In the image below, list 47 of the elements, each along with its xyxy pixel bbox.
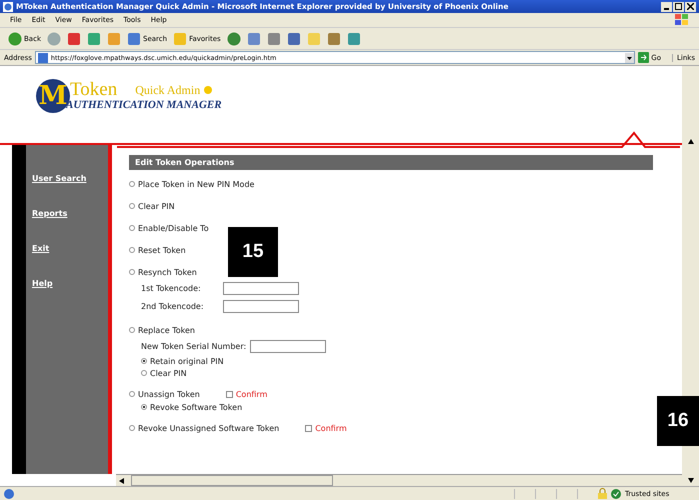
caret-icon — [625, 52, 634, 62]
page-icon — [38, 52, 48, 62]
radio-option[interactable]: Place Token in New PIN Mode — [129, 180, 254, 188]
logo-brand: Token — [70, 81, 118, 99]
callout-number: 15 — [228, 227, 278, 277]
field-label: 2nd Tokencode: — [141, 302, 205, 310]
scroll-down-icon — [688, 478, 694, 483]
close-icon — [687, 3, 694, 10]
windows-logo-icon — [675, 14, 689, 26]
arrow-icon — [638, 52, 650, 63]
field-label: New Token Serial Number: — [141, 342, 246, 350]
logo-subtitle: AUTHENTICATION MANAGER — [66, 99, 222, 111]
lock-icon — [598, 488, 607, 499]
radio-option[interactable]: Replace Token — [129, 326, 195, 334]
sidebar-link[interactable]: Exit — [32, 244, 50, 253]
product-name: Quick Admin — [135, 82, 200, 98]
sidebar-link[interactable]: User Search — [32, 174, 86, 183]
radio-option[interactable]: Retain original PIN — [141, 356, 224, 366]
radio-option[interactable]: Enable/Disable To — [129, 224, 209, 232]
maximize-button[interactable] — [673, 2, 684, 12]
input-field[interactable] — [250, 340, 326, 352]
input-field[interactable] — [223, 300, 299, 312]
close-button[interactable] — [685, 2, 696, 12]
confirm-checkbox[interactable]: Confirm — [226, 390, 268, 398]
confirm-checkbox[interactable]: Confirm — [305, 424, 347, 432]
horizontal-scrollbar[interactable] — [116, 474, 682, 486]
section-header: Edit Token Operations — [129, 155, 653, 170]
sidebar-link[interactable]: Help — [32, 279, 53, 288]
maximize-icon — [675, 3, 682, 10]
scroll-left-icon — [119, 478, 124, 484]
radio-option[interactable]: Resynch Token — [129, 268, 197, 276]
field-label: 1st Tokencode: — [141, 284, 202, 292]
check-icon — [611, 488, 621, 498]
callout-number: 16 — [657, 396, 699, 446]
page-icon — [4, 488, 14, 498]
radio-option[interactable]: Revoke Software Token — [141, 402, 242, 412]
radio-option[interactable]: Revoke Unassigned Software Token — [129, 424, 280, 432]
browser-icon — [3, 2, 13, 12]
radio-option[interactable]: Unassign Token — [129, 390, 200, 398]
dot-icon — [204, 86, 212, 94]
radio-option[interactable]: Clear PIN — [141, 368, 187, 378]
input-field[interactable] — [223, 282, 299, 294]
radio-option[interactable]: Reset Token — [129, 246, 186, 254]
minimize-button[interactable] — [661, 2, 672, 12]
sidebar-link[interactable]: Reports — [32, 209, 68, 218]
radio-option[interactable]: Clear PIN — [129, 202, 175, 210]
scroll-up-icon — [688, 139, 694, 144]
